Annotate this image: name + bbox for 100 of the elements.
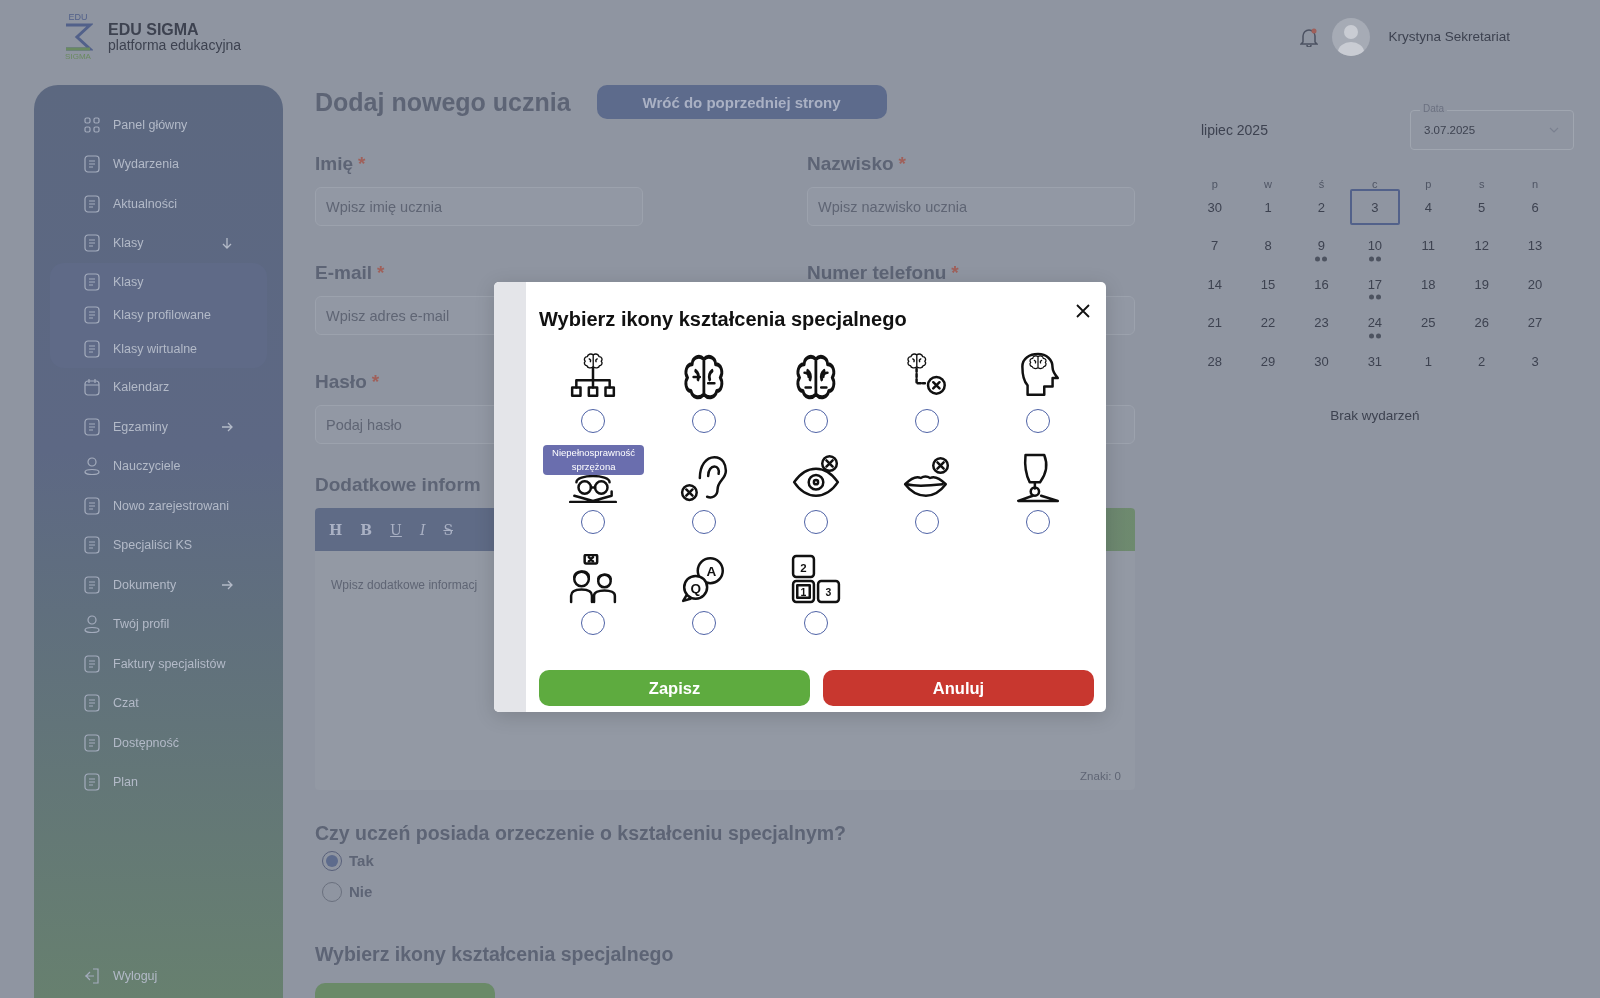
- calendar-day[interactable]: 9: [1296, 227, 1347, 264]
- empty-events-text: Brak wydarzeń: [1329, 407, 1421, 423]
- document-icon: [84, 536, 100, 555]
- calendar-day[interactable]: 20: [1510, 266, 1561, 302]
- month-label: lipiec 2025: [1201, 122, 1268, 138]
- document-icon: [84, 496, 100, 515]
- calendar-day[interactable]: 7: [1189, 227, 1240, 264]
- brand-tagline: platforma edukacyjna: [108, 37, 242, 53]
- document-icon: [84, 234, 100, 253]
- calendar-day[interactable]: 21: [1189, 304, 1240, 341]
- sidebar-item[interactable]: Kalendarz: [34, 367, 283, 407]
- calendar-day[interactable]: 28: [1189, 343, 1240, 379]
- weekday-label: s: [1477, 178, 1486, 192]
- sidebar-item[interactable]: Plan: [34, 762, 283, 802]
- toolbar-button[interactable]: B: [358, 521, 375, 538]
- calendar-day[interactable]: 2: [1296, 189, 1347, 225]
- document-icon: [84, 272, 100, 291]
- sidebar-item[interactable]: Nowo zarejestrowani: [34, 486, 283, 526]
- logout-icon: [84, 968, 100, 985]
- sidebar-item[interactable]: Czat: [34, 683, 283, 723]
- required-mark: *: [377, 262, 385, 283]
- toolbar-button[interactable]: S: [441, 521, 455, 538]
- calendar-day[interactable]: 30: [1189, 189, 1240, 225]
- weekday-label: p: [1424, 178, 1433, 192]
- weekday-label: ś: [1317, 178, 1326, 192]
- document-icon: [84, 194, 100, 213]
- calendar-day[interactable]: 6: [1510, 189, 1561, 225]
- brand-name: EDU SIGMA: [108, 20, 200, 38]
- weekday-label: w: [1263, 178, 1274, 192]
- calendar-day[interactable]: 3: [1349, 189, 1400, 225]
- sidebar-subitem[interactable]: Klasy profilowane: [50, 298, 267, 332]
- calendar-day[interactable]: 25: [1403, 304, 1454, 341]
- calendar-day[interactable]: 2: [1456, 343, 1507, 379]
- calendar-day[interactable]: 29: [1243, 343, 1294, 379]
- calendar-day[interactable]: 30: [1296, 343, 1347, 379]
- required-mark: *: [371, 371, 380, 392]
- sidebar-item[interactable]: Aktualności: [34, 184, 283, 224]
- save-button[interactable]: Zapisz: [539, 670, 811, 706]
- ear-cross-icon: [679, 453, 730, 503]
- calendar-day[interactable]: 31: [1349, 343, 1400, 379]
- bell-icon[interactable]: [1300, 26, 1319, 47]
- calendar-day[interactable]: 16: [1296, 266, 1347, 302]
- close-icon[interactable]: [1076, 304, 1090, 318]
- calendar-day[interactable]: 22: [1243, 304, 1294, 341]
- calendar-day[interactable]: 18: [1403, 266, 1454, 302]
- sidebar-item[interactable]: Panel główny: [34, 105, 283, 145]
- document-icon: [84, 306, 100, 325]
- calendar-day[interactable]: 8: [1243, 227, 1294, 264]
- calendar-day[interactable]: 3: [1510, 343, 1561, 379]
- sidebar-item[interactable]: Klasy: [34, 223, 283, 263]
- calendar-icon: [84, 378, 100, 397]
- document-icon: [84, 339, 100, 358]
- calendar-day[interactable]: 11: [1403, 227, 1454, 264]
- calendar-day[interactable]: 10: [1349, 227, 1400, 264]
- glasses-book-icon: [567, 474, 618, 503]
- calendar-day[interactable]: 26: [1456, 304, 1507, 341]
- person-icon: [84, 457, 100, 476]
- calendar-day[interactable]: 24: [1349, 304, 1400, 341]
- toolbar-button[interactable]: I: [417, 521, 428, 538]
- sidebar-item[interactable]: Dostępność: [34, 723, 283, 763]
- sidebar-subitem[interactable]: Klasy: [50, 265, 267, 299]
- document-icon: [84, 575, 100, 594]
- required-mark: *: [358, 153, 366, 174]
- two-people-icon: [567, 554, 618, 604]
- weekday-label: n: [1530, 178, 1540, 192]
- sidebar-item[interactable]: Faktury specjalistów: [34, 644, 283, 684]
- tooltip: Niepełnosprawność sprzężona: [543, 445, 645, 475]
- calendar-day[interactable]: 23: [1296, 304, 1347, 341]
- document-icon: [84, 733, 100, 752]
- calendar-day[interactable]: 4: [1403, 189, 1454, 225]
- sidebar-item[interactable]: Specjaliści KS: [34, 525, 283, 565]
- user-name[interactable]: Krystyna Sekretariat: [1388, 29, 1510, 44]
- grid-icon: [84, 116, 100, 133]
- toolbar-button[interactable]: H: [327, 521, 345, 538]
- cancel-button[interactable]: Anuluj: [823, 670, 1094, 706]
- calendar-day[interactable]: 15: [1243, 266, 1294, 302]
- sidebar-subitem[interactable]: Klasy wirtualne: [50, 332, 267, 366]
- calendar-day[interactable]: 17: [1349, 266, 1400, 302]
- sidebar-item[interactable]: Wydarzenia: [34, 144, 283, 184]
- back-button[interactable]: Wróć do poprzedniej strony: [596, 85, 887, 119]
- logout-item[interactable]: Wyloguj: [34, 956, 283, 996]
- calendar-day[interactable]: 1: [1243, 189, 1294, 225]
- document-icon: [84, 773, 100, 792]
- calendar-day[interactable]: 14: [1189, 266, 1240, 302]
- required-mark: *: [951, 262, 959, 283]
- calendar-day[interactable]: 1: [1403, 343, 1454, 379]
- calendar-day[interactable]: 13: [1510, 227, 1561, 264]
- sidebar-item[interactable]: Egzaminy: [34, 407, 283, 447]
- document-icon: [84, 417, 100, 436]
- calendar-day[interactable]: 27: [1510, 304, 1561, 341]
- toolbar-button[interactable]: U: [388, 521, 404, 538]
- calendar-day[interactable]: 12: [1456, 227, 1507, 264]
- sidebar-item[interactable]: Dokumenty: [34, 565, 283, 605]
- calendar-day[interactable]: 19: [1456, 266, 1507, 302]
- document-icon: [84, 694, 100, 713]
- calendar-day[interactable]: 5: [1456, 189, 1507, 225]
- required-mark: *: [898, 153, 906, 174]
- sidebar-item[interactable]: Twój profil: [34, 604, 283, 644]
- sidebar-item[interactable]: Nauczyciele: [34, 446, 283, 486]
- document-icon: [84, 155, 100, 174]
